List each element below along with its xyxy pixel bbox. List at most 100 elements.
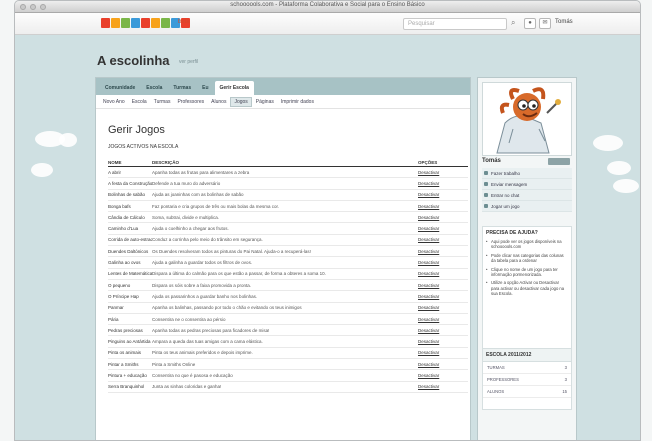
- game-name-link[interactable]: Pedras preciosas: [108, 328, 152, 333]
- table-row: Panmar Apanha os balinhas, passando por t…: [108, 303, 468, 314]
- view-profile-link[interactable]: ver perfil: [179, 59, 198, 65]
- table-row: Pintura + educação Consentira no que é pa…: [108, 370, 468, 382]
- subtab-item[interactable]: Imprimir dados: [278, 98, 317, 106]
- cloud-decoration: [31, 163, 53, 177]
- game-name-link[interactable]: Pintura + educação: [108, 373, 152, 378]
- school-stat-row[interactable]: ALUNOS 15: [483, 386, 571, 398]
- game-name-link[interactable]: Lentes de Matemática: [108, 271, 152, 276]
- tab-eu[interactable]: Eu: [197, 81, 213, 95]
- deactivate-link[interactable]: Desactivar: [418, 249, 468, 254]
- help-item: Pode clicar nas categorias das colunas d…: [486, 253, 568, 264]
- deactivate-link[interactable]: Desactivar: [418, 215, 468, 220]
- column-header-description[interactable]: DESCRIÇÃO: [152, 160, 418, 166]
- profile-options-button[interactable]: [548, 158, 570, 165]
- deactivate-link[interactable]: Desactivar: [418, 328, 468, 333]
- game-name-link[interactable]: Pinta os animais: [108, 350, 152, 355]
- deactivate-link[interactable]: Desactivar: [418, 373, 468, 378]
- table-row: O pequeno Dispara os sóis sobre a faixa p…: [108, 280, 468, 292]
- profile-sidebar: Tomás Fazer trabalho Enviar mensagem Entra…: [477, 77, 577, 440]
- tab-comunidade[interactable]: Comunidade: [100, 81, 140, 95]
- deactivate-link[interactable]: Desactivar: [418, 271, 468, 276]
- messages-button[interactable]: ✉: [539, 18, 551, 29]
- game-name-link[interactable]: Serra Branquinhol: [108, 384, 152, 389]
- deactivate-link[interactable]: Desactivar: [418, 226, 468, 231]
- stat-value: 3: [564, 365, 567, 370]
- deactivate-link[interactable]: Desactivar: [418, 170, 468, 175]
- game-name-link[interactable]: A abrir: [108, 170, 152, 175]
- game-description: Apanha todas as frutas para alimentares …: [152, 169, 250, 175]
- page-title: A escolinha: [97, 53, 170, 68]
- notifications-button[interactable]: ●: [524, 18, 536, 29]
- game-description: Ajuda o coelhinho a chegar aos frutos.: [152, 226, 229, 232]
- subtab-item[interactable]: Escola: [129, 98, 150, 106]
- game-name-link[interactable]: Bonga bafs: [108, 204, 152, 209]
- tab-escola[interactable]: Escola: [141, 81, 167, 95]
- game-name-link[interactable]: Panmar: [108, 305, 152, 310]
- deactivate-link[interactable]: Desactivar: [418, 305, 468, 310]
- deactivate-link[interactable]: Desactivar: [418, 260, 468, 265]
- table-body: A abrir Apanha todas as frutas para alime…: [108, 167, 468, 393]
- game-description: Os Duendes resolveram todos as pinturas …: [152, 248, 311, 254]
- game-name-link[interactable]: Pinguins ao Antártida: [108, 339, 152, 344]
- search-input[interactable]: Pesquisar: [403, 18, 507, 30]
- game-name-link[interactable]: Galinha ao ovos: [108, 260, 152, 265]
- site-logo[interactable]: [101, 18, 190, 28]
- school-stat-row[interactable]: TURMAS 3: [483, 362, 571, 374]
- cloud-decoration: [59, 133, 77, 147]
- deactivate-link[interactable]: Desactivar: [418, 192, 468, 197]
- subtab-item[interactable]: Alunos: [208, 98, 229, 106]
- profile-action-item[interactable]: Entrar no chat: [482, 190, 572, 201]
- game-name-link[interactable]: Bolinhas de sabão: [108, 192, 152, 197]
- deactivate-link[interactable]: Desactivar: [418, 350, 468, 355]
- game-name-link[interactable]: Pária: [108, 317, 152, 322]
- profile-action-item[interactable]: Fazer trabalho: [482, 168, 572, 179]
- sub-tabs: Novo Ano Escola Turmas Professores Alunos Jog…: [96, 95, 470, 109]
- game-name-link[interactable]: Duendes Daltónicos: [108, 249, 152, 254]
- game-name-link[interactable]: Corrida de auto-estrada: [108, 237, 152, 242]
- game-description: Apanha todas as pedras preciosas para fi…: [152, 327, 270, 333]
- main-panel: Comunidade Escola Turmas Eu Gerir Escola Nov…: [95, 77, 471, 440]
- game-description: Faz pontaria e cria grupos de três ou ma…: [152, 203, 280, 209]
- tab-turmas[interactable]: Turmas: [168, 81, 196, 95]
- user-menu[interactable]: Tomás: [555, 19, 573, 25]
- deactivate-link[interactable]: Desactivar: [418, 362, 468, 367]
- game-description: Pinta a Smiths Online: [152, 361, 196, 367]
- game-name-link[interactable]: O Príncipe Hap: [108, 294, 152, 299]
- deactivate-link[interactable]: Desactivar: [418, 237, 468, 242]
- table-row: O Príncipe Hap Ajuda os passarinhos a gua…: [108, 291, 468, 303]
- deactivate-link[interactable]: Desactivar: [418, 204, 468, 209]
- logo-block: [121, 18, 130, 28]
- game-description: Ampara a queda das tuas amigas com a cam…: [152, 339, 263, 345]
- game-name-link[interactable]: Cândia de Cálculo: [108, 215, 152, 220]
- table-row: Bolinhas de sabão Ajuda as joaninhas com …: [108, 190, 468, 201]
- column-header-options: OPÇÕES: [418, 160, 438, 165]
- subtab-item[interactable]: Professores: [174, 98, 207, 106]
- game-name-link[interactable]: A festa da Construção: [108, 181, 152, 186]
- search-icon[interactable]: ⌕: [511, 18, 515, 28]
- column-header-name[interactable]: NOME: [108, 160, 152, 166]
- subtab-item[interactable]: Jogos: [230, 96, 252, 107]
- deactivate-link[interactable]: Desactivar: [418, 283, 468, 288]
- deactivate-link[interactable]: Desactivar: [418, 294, 468, 299]
- game-name-link[interactable]: O pequeno: [108, 283, 152, 288]
- deactivate-link[interactable]: Desactivar: [418, 339, 468, 344]
- deactivate-link[interactable]: Desactivar: [418, 384, 468, 389]
- deactivate-link[interactable]: Desactivar: [418, 181, 468, 186]
- profile-action-item[interactable]: Enviar mensagem: [482, 179, 572, 190]
- deactivate-link[interactable]: Desactivar: [418, 317, 468, 322]
- table-row: Cândia de Cálculo Soma, subtrai, divide e…: [108, 212, 468, 224]
- subtab-item[interactable]: Páginas: [253, 98, 277, 106]
- profile-action-item[interactable]: Jogar um jogo: [482, 201, 572, 212]
- subtab-item[interactable]: Turmas: [151, 98, 174, 106]
- game-name-link[interactable]: Caminho d'Lua: [108, 226, 152, 231]
- table-row: Duendes Daltónicos Os Duendes resolveram …: [108, 246, 468, 258]
- game-name-link[interactable]: Pintar a Smiths: [108, 362, 152, 367]
- profile-action-label: Entrar no chat: [491, 192, 520, 198]
- subtab-item[interactable]: Novo Ano: [100, 98, 128, 106]
- game-description: Consentira no que é pasosa e educação: [152, 372, 233, 378]
- envelope-icon: ✉: [542, 20, 548, 26]
- school-stat-row[interactable]: PROFESSORES 3: [483, 374, 571, 386]
- table-row: A abrir Apanha todas as frutas para alime…: [108, 167, 468, 179]
- table-row: Caminho d'Lua Ajuda o coelhinho a chegar …: [108, 223, 468, 235]
- tab-gerir-escola[interactable]: Gerir Escola: [214, 81, 254, 95]
